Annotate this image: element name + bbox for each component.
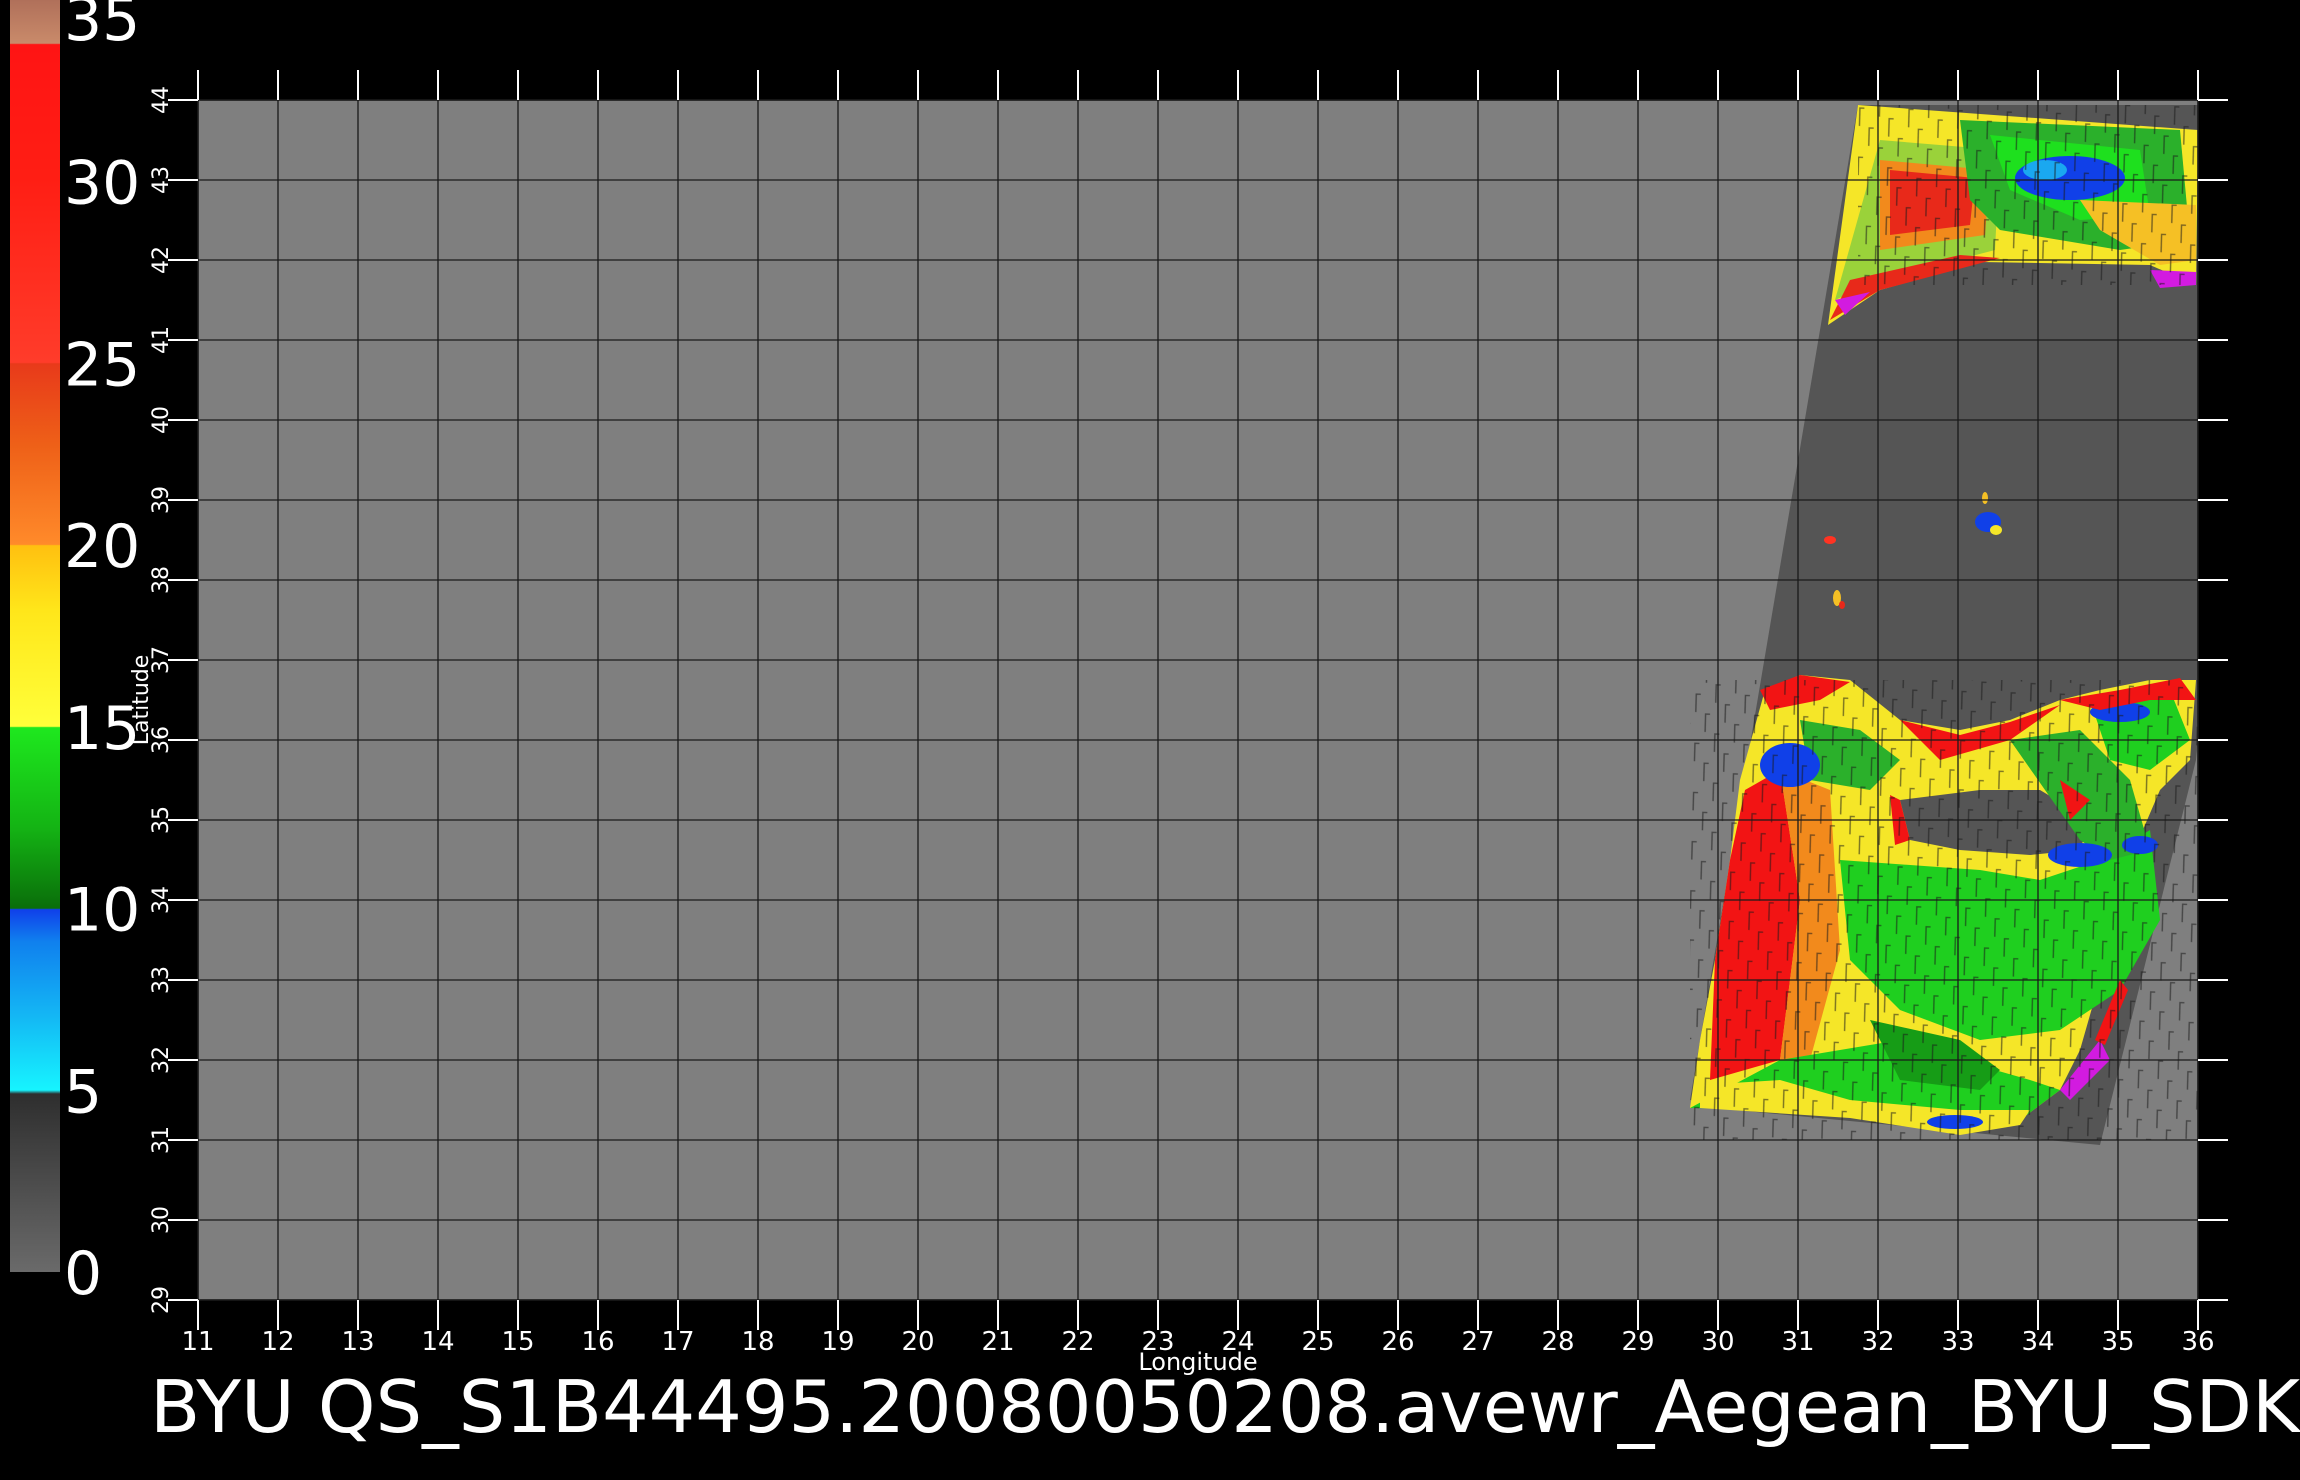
colorbar-label: 0 [64, 1239, 102, 1309]
y-tick-label: 29 [149, 1286, 174, 1314]
colorbar-strip [10, 0, 60, 1272]
x-tick-label: 29 [1621, 1327, 1654, 1357]
y-tick-label: 39 [149, 486, 174, 514]
x-tick-label: 26 [1381, 1327, 1414, 1357]
y-tick-label: 44 [149, 86, 174, 114]
x-tick-label: 34 [2021, 1327, 2054, 1357]
x-tick-label: 21 [981, 1327, 1014, 1357]
y-tick-label: 33 [149, 966, 174, 994]
y-tick-label: 32 [149, 1046, 174, 1074]
colorbar: 05101520253035 [10, 0, 140, 1309]
y-tick-label: 38 [149, 566, 174, 594]
x-tick-label: 18 [741, 1327, 774, 1357]
y-tick-label: 41 [149, 326, 174, 354]
south-wind-region [1690, 675, 2198, 1140]
colorbar-label: 20 [64, 512, 140, 582]
x-tick-label: 25 [1301, 1327, 1334, 1357]
x-tick-label: 20 [901, 1327, 934, 1357]
x-tick-label: 16 [581, 1327, 614, 1357]
y-tick-label: 30 [149, 1206, 174, 1234]
wind-map-figure: 0 5 10 15 20 25 30 35 11 12 13 14 15 16 17 18 1… [10, 0, 2300, 1449]
y-tick-label: 40 [149, 406, 174, 434]
plot-area: 11 12 13 14 15 16 17 18 19 20 21 22 23 24 25 26 27 28 29 30… [149, 70, 2228, 1357]
x-tick-label: 33 [1941, 1327, 1974, 1357]
y-axis-label: Latitude [129, 655, 154, 746]
x-tick-label: 17 [661, 1327, 694, 1357]
x-tick-label: 11 [181, 1327, 214, 1357]
colorbar-labels: 05101520253035 [64, 0, 140, 1309]
x-tick-label: 12 [261, 1327, 294, 1357]
x-tick-label: 22 [1061, 1327, 1094, 1357]
x-tick-label: 15 [501, 1327, 534, 1357]
colorbar-label: 25 [64, 330, 140, 400]
x-tick-label: 35 [2101, 1327, 2134, 1357]
x-tick-label: 32 [1861, 1327, 1894, 1357]
colorbar-label: 35 [64, 0, 140, 55]
y-tick-label: 42 [149, 246, 174, 274]
x-tick-label: 30 [1701, 1327, 1734, 1357]
colorbar-label: 5 [64, 1057, 102, 1127]
y-tick-label: 31 [149, 1126, 174, 1154]
colorbar-label: 10 [64, 876, 140, 946]
x-tick-label: 19 [821, 1327, 854, 1357]
x-tick-label: 27 [1461, 1327, 1494, 1357]
x-tick-label: 36 [2181, 1327, 2214, 1357]
colorbar-label: 30 [64, 149, 140, 219]
figure-title: BYU QS_S1B44495.20080050208.avewr_Aegean… [150, 1365, 2300, 1449]
y-tick-label: 35 [149, 806, 174, 834]
x-tick-label: 14 [421, 1327, 454, 1357]
y-tick-label: 34 [149, 886, 174, 914]
x-tick-label: 28 [1541, 1327, 1574, 1357]
x-tick-label: 13 [341, 1327, 374, 1357]
x-tick-label: 31 [1781, 1327, 1814, 1357]
y-tick-label: 43 [149, 166, 174, 194]
